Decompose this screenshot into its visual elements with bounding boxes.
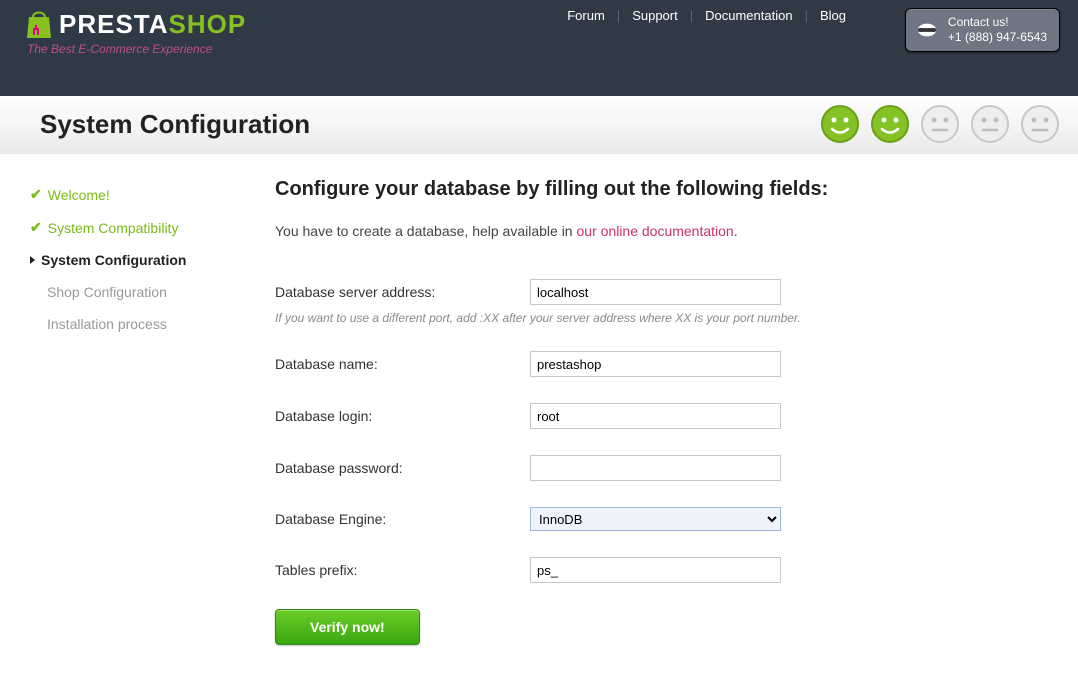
nav-support[interactable]: Support (620, 8, 690, 23)
logo-text: PRESTASHOP (59, 9, 246, 40)
nav-blog[interactable]: Blog (808, 8, 858, 23)
nav-documentation[interactable]: Documentation (693, 8, 804, 23)
topbar: PRESTASHOP The Best E-Commerce Experienc… (0, 0, 1078, 96)
label-login: Database login: (275, 408, 530, 424)
db-server-input[interactable] (530, 279, 781, 305)
contact-phone: +1 (888) 947-6543 (948, 30, 1047, 45)
tables-prefix-input[interactable] (530, 557, 781, 583)
sidebar: ✔Welcome! ✔System Compatibility System C… (30, 178, 265, 645)
face-pending-icon (920, 104, 960, 144)
sidebar-item-sysconf[interactable]: System Configuration (30, 244, 265, 276)
check-icon: ✔ (30, 186, 42, 203)
db-engine-select[interactable]: InnoDB (530, 507, 781, 531)
shopping-bag-icon (25, 8, 53, 40)
main-content: Configure your database by filling out t… (275, 178, 1015, 645)
nav-forum[interactable]: Forum (555, 8, 617, 23)
contact-box[interactable]: Contact us! +1 (888) 947-6543 (905, 8, 1060, 52)
label-server: Database server address: (275, 284, 530, 300)
label-password: Database password: (275, 460, 530, 476)
db-password-input[interactable] (530, 455, 781, 481)
sidebar-item-compat[interactable]: ✔System Compatibility (30, 211, 265, 244)
face-pending-icon (1020, 104, 1060, 144)
label-engine: Database Engine: (275, 511, 530, 527)
sidebar-item-shopconf[interactable]: Shop Configuration (30, 276, 265, 308)
titlebar: System Configuration (0, 96, 1078, 154)
sidebar-item-welcome[interactable]: ✔Welcome! (30, 178, 265, 211)
tagline: The Best E-Commerce Experience (27, 42, 246, 56)
face-done-icon (870, 104, 910, 144)
label-dbname: Database name: (275, 356, 530, 372)
logo: PRESTASHOP The Best E-Commerce Experienc… (25, 8, 246, 56)
arrow-right-icon (30, 256, 35, 264)
server-hint: If you want to use a different port, add… (275, 311, 1015, 325)
phone-icon (916, 19, 938, 41)
face-pending-icon (970, 104, 1010, 144)
docs-link[interactable]: our online documentation (577, 223, 734, 239)
db-name-input[interactable] (530, 351, 781, 377)
face-done-icon (820, 104, 860, 144)
check-icon: ✔ (30, 219, 42, 236)
form-heading: Configure your database by filling out t… (275, 178, 1015, 201)
db-login-input[interactable] (530, 403, 781, 429)
page-title: System Configuration (40, 109, 310, 140)
top-nav: Forum | Support | Documentation | Blog (555, 8, 858, 23)
verify-button[interactable]: Verify now! (275, 609, 420, 645)
progress-faces (820, 104, 1060, 144)
contact-label: Contact us! (948, 15, 1047, 30)
intro-text: You have to create a database, help avai… (275, 223, 1015, 239)
sidebar-item-install[interactable]: Installation process (30, 308, 265, 340)
label-prefix: Tables prefix: (275, 562, 530, 578)
